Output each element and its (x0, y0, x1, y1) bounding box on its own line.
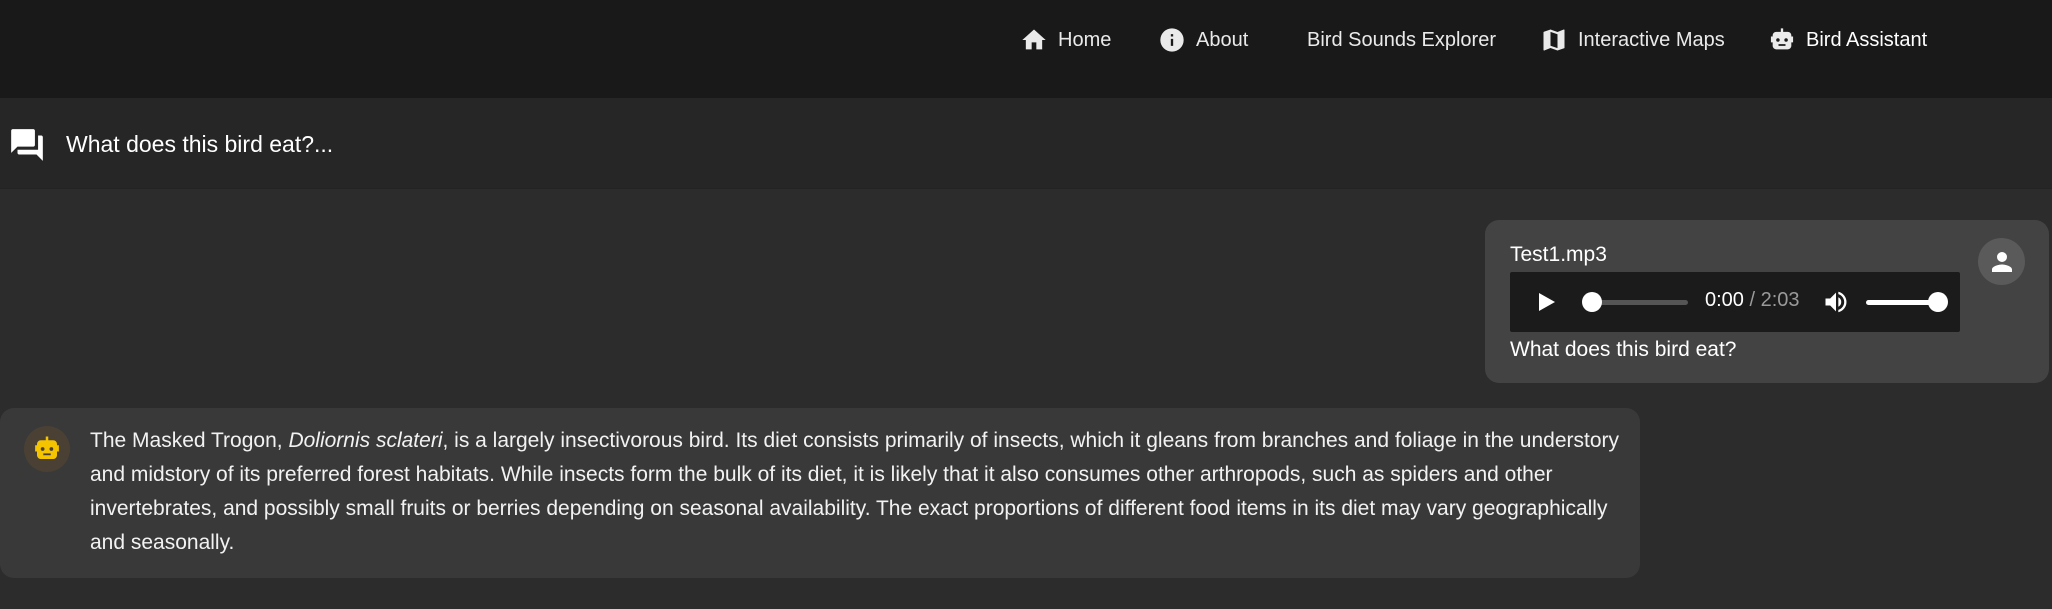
robot-icon (1770, 28, 1794, 50)
bot-message-text: The Masked Trogon, Doliornis sclateri, i… (90, 424, 1620, 560)
chat-bubbles-icon (11, 129, 43, 161)
nav-about-label: About (1196, 28, 1249, 51)
audio-player: 0:00 / 2:03 (1510, 272, 1960, 332)
bot-avatar (24, 426, 70, 472)
nav-interactive-maps-label: Interactive Maps (1578, 28, 1725, 51)
nav-home[interactable]: Home (1020, 22, 1111, 58)
nav-bird-assistant-label: Bird Assistant (1806, 28, 1928, 51)
home-icon (1022, 29, 1046, 50)
person-icon (1991, 251, 2012, 272)
nav-home-label: Home (1058, 28, 1112, 51)
seek-bar[interactable] (1588, 300, 1688, 305)
chat-header: What does this bird eat?... (0, 98, 2052, 189)
nav-bird-sounds-explorer[interactable]: Bird Sounds Explorer (1307, 22, 1496, 58)
seek-handle[interactable] (1582, 292, 1602, 312)
bot-text-species: Doliornis sclateri (288, 429, 443, 452)
volume-icon[interactable] (1822, 288, 1850, 316)
audio-time: 0:00 / 2:03 (1705, 289, 1800, 312)
audio-duration: 2:03 (1760, 289, 1800, 311)
robot-icon (35, 436, 59, 459)
audio-file-name: Test1.mp3 (1510, 243, 1607, 266)
top-navbar: Home About Bird Sounds Explorer Interact… (0, 0, 2052, 98)
audio-current-time: 0:00 (1705, 289, 1744, 311)
nav-interactive-maps[interactable]: Interactive Maps (1540, 22, 1725, 58)
nav-bird-sounds-explorer-label: Bird Sounds Explorer (1307, 28, 1496, 51)
volume-handle[interactable] (1928, 292, 1948, 312)
volume-slider[interactable] (1866, 300, 1936, 305)
map-icon (1543, 29, 1565, 51)
info-icon (1160, 28, 1184, 52)
chat-title: What does this bird eat?... (66, 131, 334, 157)
nav-bird-assistant[interactable]: Bird Assistant (1768, 22, 1927, 58)
user-question-text: What does this bird eat? (1510, 338, 1737, 361)
nav-about[interactable]: About (1158, 22, 1248, 58)
bot-text-prefix: The Masked Trogon, (90, 429, 289, 452)
user-avatar (1978, 238, 2025, 285)
play-icon[interactable] (1534, 290, 1558, 314)
audio-time-separator: / (1743, 289, 1761, 311)
